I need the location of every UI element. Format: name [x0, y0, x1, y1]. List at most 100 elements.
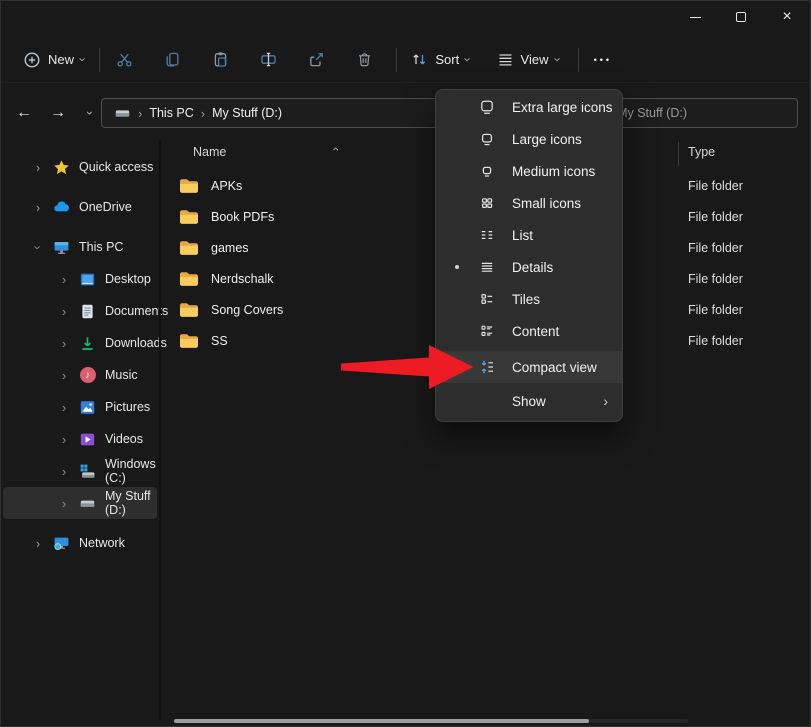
sidebar-item-quick-access[interactable]: › Quick access — [3, 153, 157, 181]
delete-button[interactable] — [346, 42, 382, 78]
column-separator[interactable] — [678, 142, 679, 166]
content-icon — [479, 323, 495, 339]
share-button[interactable] — [298, 42, 334, 78]
chevron-right-icon[interactable]: › — [33, 160, 43, 175]
menu-item-label: Tiles — [512, 292, 540, 307]
menu-item-extra-large-icons[interactable]: Extra large icons — [436, 91, 622, 123]
maximize-button[interactable] — [718, 1, 764, 33]
column-header-type[interactable]: Type — [688, 145, 715, 159]
file-name: SS — [211, 334, 228, 348]
rename-icon — [260, 51, 277, 68]
command-toolbar: New › Sort › View › — [1, 37, 810, 83]
close-icon: × — [782, 9, 791, 25]
minimize-icon — [690, 17, 701, 18]
sidebar-item-this-pc[interactable]: › This PC — [3, 233, 157, 261]
chevron-right-icon[interactable]: › — [59, 432, 69, 447]
sidebar-item-desktop[interactable]: › Desktop — [3, 263, 157, 295]
chevron-right-icon[interactable]: › — [59, 304, 69, 319]
menu-item-label: Details — [512, 260, 553, 275]
breadcrumb-my-stuff[interactable]: My Stuff (D:) — [212, 106, 282, 120]
onedrive-cloud-icon — [53, 199, 70, 216]
sidebar-item-downloads[interactable]: › Downloads — [3, 327, 157, 359]
horizontal-scrollbar-thumb[interactable] — [174, 719, 589, 723]
chevron-right-icon[interactable]: › — [59, 336, 69, 351]
menu-item-label: Large icons — [512, 132, 582, 147]
chevron-right-icon[interactable]: › — [59, 368, 69, 383]
menu-item-show[interactable]: Show › — [436, 385, 622, 417]
delete-icon — [356, 51, 373, 68]
plus-circle-icon — [23, 51, 41, 69]
windows-drive-icon — [79, 463, 96, 480]
tiles-icon — [479, 291, 495, 307]
folder-icon — [179, 178, 199, 194]
chevron-right-icon[interactable]: › — [33, 200, 43, 215]
view-button[interactable]: View › — [489, 45, 568, 74]
new-button[interactable]: New › — [15, 45, 93, 75]
menu-item-large-icons[interactable]: Large icons — [436, 123, 622, 155]
new-button-label: New — [48, 52, 74, 67]
large-icons-icon — [479, 131, 495, 147]
sort-icon — [411, 51, 428, 68]
sidebar-item-videos[interactable]: › Videos — [3, 423, 157, 455]
details-icon — [479, 259, 495, 275]
chevron-expanded-icon[interactable]: › — [31, 242, 46, 252]
minimize-button[interactable] — [672, 1, 718, 33]
menu-item-tiles[interactable]: Tiles — [436, 283, 622, 315]
file-type: File folder — [688, 210, 743, 224]
sort-button[interactable]: Sort › — [403, 45, 478, 74]
menu-item-label: List — [512, 228, 533, 243]
see-more-button[interactable]: ••• — [585, 42, 621, 78]
desktop-icon — [79, 271, 96, 288]
close-button[interactable]: × — [764, 1, 810, 33]
paste-button[interactable] — [202, 42, 238, 78]
submenu-chevron-icon: › — [603, 393, 608, 409]
menu-item-compact-view[interactable]: Compact view — [436, 351, 622, 383]
menu-item-label: Compact view — [512, 360, 597, 375]
sidebar-item-label: This PC — [79, 240, 123, 254]
chevron-right-icon[interactable]: › — [33, 536, 43, 551]
chevron-right-icon[interactable]: › — [59, 272, 69, 287]
forward-button[interactable]: → — [43, 98, 73, 128]
back-button[interactable]: ← — [9, 98, 39, 128]
chevron-down-icon: › — [551, 57, 564, 61]
chevron-right-icon[interactable]: › — [59, 400, 69, 415]
title-bar: × — [1, 1, 810, 33]
chevron-right-icon[interactable]: › — [59, 496, 69, 511]
sidebar-item-onedrive[interactable]: › OneDrive — [3, 193, 157, 221]
chevron-down-icon: › — [84, 111, 96, 115]
sidebar-item-my-stuff-d[interactable]: › My Stuff (D:) — [3, 487, 157, 519]
sidebar-item-windows-c[interactable]: › Windows (C:) — [3, 455, 157, 487]
menu-item-details[interactable]: Details — [436, 251, 622, 283]
menu-item-content[interactable]: Content — [436, 315, 622, 347]
file-name: games — [211, 241, 249, 255]
copy-button[interactable] — [154, 42, 190, 78]
chevron-right-icon[interactable]: › — [59, 464, 69, 479]
cut-button[interactable] — [106, 42, 142, 78]
cut-icon — [116, 51, 133, 68]
medium-icons-icon — [479, 163, 495, 179]
file-name: Nerdschalk — [211, 272, 274, 286]
folder-icon — [179, 302, 199, 318]
sidebar-item-label: Music — [105, 368, 138, 382]
menu-item-medium-icons[interactable]: Medium icons — [436, 155, 622, 187]
sidebar-item-pictures[interactable]: › Pictures — [3, 391, 157, 423]
sidebar-item-label: Quick access — [79, 160, 153, 174]
this-pc-monitor-icon — [53, 239, 70, 256]
column-header-name[interactable]: Name — [193, 145, 226, 159]
rename-button[interactable] — [250, 42, 286, 78]
folder-icon — [179, 209, 199, 225]
toolbar-separator — [99, 48, 100, 72]
downloads-icon — [79, 335, 96, 352]
sidebar-item-network[interactable]: › Network — [3, 529, 157, 557]
compact-view-icon — [479, 359, 495, 375]
sidebar-item-music[interactable]: › ♪ Music — [3, 359, 157, 391]
sidebar-item-label: Network — [79, 536, 125, 550]
sidebar-item-label: Downloads — [105, 336, 167, 350]
music-icon: ♪ — [79, 367, 96, 384]
horizontal-scrollbar-track[interactable] — [174, 719, 688, 723]
breadcrumb-this-pc[interactable]: This PC — [149, 106, 193, 120]
toolbar-separator — [396, 48, 397, 72]
menu-item-small-icons[interactable]: Small icons — [436, 187, 622, 219]
menu-item-list[interactable]: List — [436, 219, 622, 251]
sidebar-item-documents[interactable]: › Documents — [3, 295, 157, 327]
